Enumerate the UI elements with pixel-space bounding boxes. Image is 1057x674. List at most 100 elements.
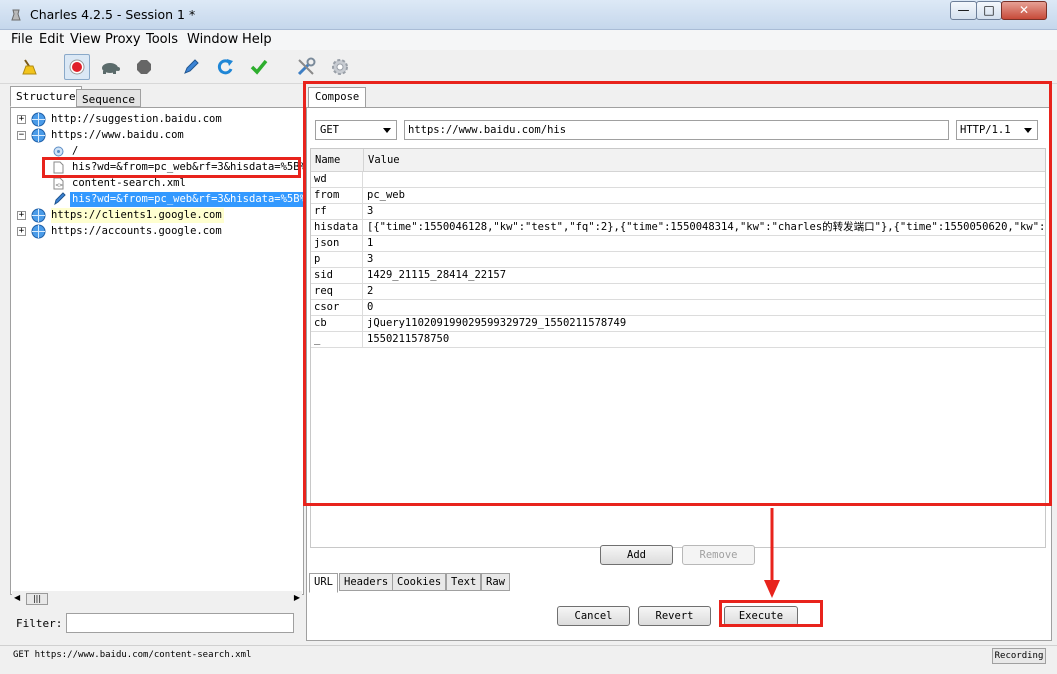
window-title: Charles 4.2.5 - Session 1 * xyxy=(30,7,196,22)
cancel-button[interactable]: Cancel xyxy=(557,606,630,626)
expand-icon[interactable]: + xyxy=(17,211,26,220)
menu-help[interactable]: Help xyxy=(242,32,272,47)
param-name: _ xyxy=(311,332,363,347)
table-row[interactable]: from pc_web xyxy=(311,188,1045,204)
menu-file[interactable]: File xyxy=(11,32,33,47)
menu-view[interactable]: View xyxy=(70,32,101,47)
tab-compose[interactable]: Compose xyxy=(308,87,367,108)
menu-proxy[interactable]: Proxy xyxy=(105,32,141,47)
toolbar xyxy=(0,50,1057,84)
check-icon[interactable] xyxy=(246,54,272,80)
record-icon[interactable] xyxy=(64,54,90,80)
pen-icon[interactable] xyxy=(178,54,204,80)
table-row[interactable]: hisdata [{"time":1550046128,"kw":"test","… xyxy=(311,220,1045,236)
param-name: wd xyxy=(311,172,363,187)
title-bar: Charles 4.2.5 - Session 1 * — □ ✕ xyxy=(0,0,1057,30)
document-icon xyxy=(53,161,64,174)
horizontal-scrollbar[interactable]: ◀ ||| ▶ xyxy=(12,591,302,607)
table-row[interactable]: _ 1550211578750 xyxy=(311,332,1045,348)
tree-host-accounts-google[interactable]: + https://accounts.google.com xyxy=(15,224,295,239)
menu-edit[interactable]: Edit xyxy=(39,32,64,47)
param-value: 1550211578750 xyxy=(367,333,450,345)
refresh-icon[interactable] xyxy=(212,54,238,80)
minimize-button[interactable]: — xyxy=(950,1,977,20)
subtab-url[interactable]: URL xyxy=(309,573,338,593)
param-value: 3 xyxy=(367,205,374,217)
turtle-icon[interactable] xyxy=(97,54,123,80)
column-header-name[interactable]: Name xyxy=(311,149,364,172)
param-value: 3 xyxy=(367,253,374,265)
tree-host-suggestion[interactable]: + http://suggestion.baidu.com xyxy=(15,112,295,127)
tree-request-his-composed[interactable]: his?wd=&from=pc_web&rf=3&hisdata=%5B%7B xyxy=(15,192,321,207)
param-name: json xyxy=(311,236,363,251)
subtab-raw[interactable]: Raw xyxy=(481,573,510,591)
scroll-left-icon[interactable]: ◀ xyxy=(14,593,20,602)
table-row[interactable]: p3 xyxy=(311,252,1045,268)
tree-request-his[interactable]: his?wd=&from=pc_web&rf=3&hisdata=%5B%7B xyxy=(15,160,319,175)
table-row[interactable]: wd xyxy=(311,172,1045,188)
table-row[interactable]: csor 0 xyxy=(311,300,1045,316)
chevron-down-icon xyxy=(1024,128,1032,133)
param-value: 1429_21115_28414_22157 xyxy=(367,269,507,281)
table-row[interactable]: rf 3 xyxy=(311,204,1045,220)
filter-label: Filter: xyxy=(16,617,63,630)
remove-param-button[interactable]: Remove xyxy=(682,545,755,565)
param-value: 1 xyxy=(367,237,374,249)
url-input[interactable]: https://www.baidu.com/his xyxy=(404,120,949,140)
menu-window[interactable]: Window xyxy=(187,32,238,47)
tree-label: http://suggestion.baidu.com xyxy=(51,113,222,125)
tree-host-clients1-google[interactable]: + https://clients1.google.com xyxy=(15,208,295,223)
globe-icon xyxy=(31,208,46,223)
stop-icon[interactable] xyxy=(131,54,157,80)
add-param-button[interactable]: Add xyxy=(600,545,673,565)
param-name: sid xyxy=(311,268,363,283)
tree-label: / xyxy=(72,145,79,157)
tools-icon[interactable] xyxy=(293,54,319,80)
close-button[interactable]: ✕ xyxy=(1001,1,1047,20)
table-row[interactable]: cb jQuery110209199029599329729_1550211578… xyxy=(311,316,1045,332)
revert-button[interactable]: Revert xyxy=(638,606,711,626)
expand-icon[interactable]: + xyxy=(17,227,26,236)
protocol-select[interactable]: HTTP/1.1 xyxy=(956,120,1038,140)
param-value: 0 xyxy=(367,301,374,313)
status-text: GET https://www.baidu.com/content-search… xyxy=(13,650,252,660)
param-name: from xyxy=(311,188,363,203)
tree-label: content-search.xml xyxy=(72,177,186,189)
param-name: csor xyxy=(311,300,363,315)
execute-button[interactable]: Execute xyxy=(724,606,798,626)
charles-app-icon xyxy=(11,9,21,21)
annotation-arrow-icon xyxy=(764,508,780,598)
tree-path-root[interactable]: / xyxy=(15,144,295,159)
expand-icon[interactable]: + xyxy=(17,115,26,124)
subtab-text[interactable]: Text xyxy=(446,573,482,591)
param-name: cb xyxy=(311,316,363,331)
table-row[interactable]: req 2 xyxy=(311,284,1045,300)
scroll-thumb[interactable]: ||| xyxy=(26,593,48,605)
broom-icon[interactable] xyxy=(16,54,42,80)
table-row[interactable]: sid 1429_21115_28414_22157 xyxy=(311,268,1045,284)
param-value xyxy=(364,172,1044,187)
table-row[interactable]: json 1 xyxy=(311,236,1045,252)
tab-sequence[interactable]: Sequence xyxy=(76,89,141,107)
settings-gear-icon[interactable] xyxy=(327,54,353,80)
tab-structure[interactable]: Structure xyxy=(10,86,82,107)
recording-status-badge[interactable]: Recording xyxy=(992,648,1046,664)
menu-tools[interactable]: Tools xyxy=(146,32,178,47)
column-header-value[interactable]: Value xyxy=(364,149,1045,172)
host-tree: + http://suggestion.baidu.com − https://… xyxy=(10,107,321,595)
structure-panel: Structure Sequence + http://suggestion.b… xyxy=(8,85,321,641)
tree-label: his?wd=&from=pc_web&rf=3&hisdata=%5B%7B xyxy=(72,161,319,173)
tree-host-baidu[interactable]: − https://www.baidu.com xyxy=(15,128,295,143)
menu-bar: File Edit View Proxy Tools Window Help xyxy=(0,30,1057,50)
globe-icon xyxy=(31,112,46,127)
subtab-headers[interactable]: Headers xyxy=(339,573,394,591)
method-select[interactable]: GET xyxy=(315,120,397,140)
subtab-cookies[interactable]: Cookies xyxy=(392,573,447,591)
svg-text:<>: <> xyxy=(56,182,64,189)
scroll-right-icon[interactable]: ▶ xyxy=(294,593,300,602)
filter-input[interactable] xyxy=(66,613,294,633)
tree-request-content-search[interactable]: <> content-search.xml xyxy=(15,176,295,191)
collapse-icon[interactable]: − xyxy=(17,131,26,140)
maximize-button[interactable]: □ xyxy=(976,1,1002,20)
param-value: pc_web xyxy=(367,189,405,201)
